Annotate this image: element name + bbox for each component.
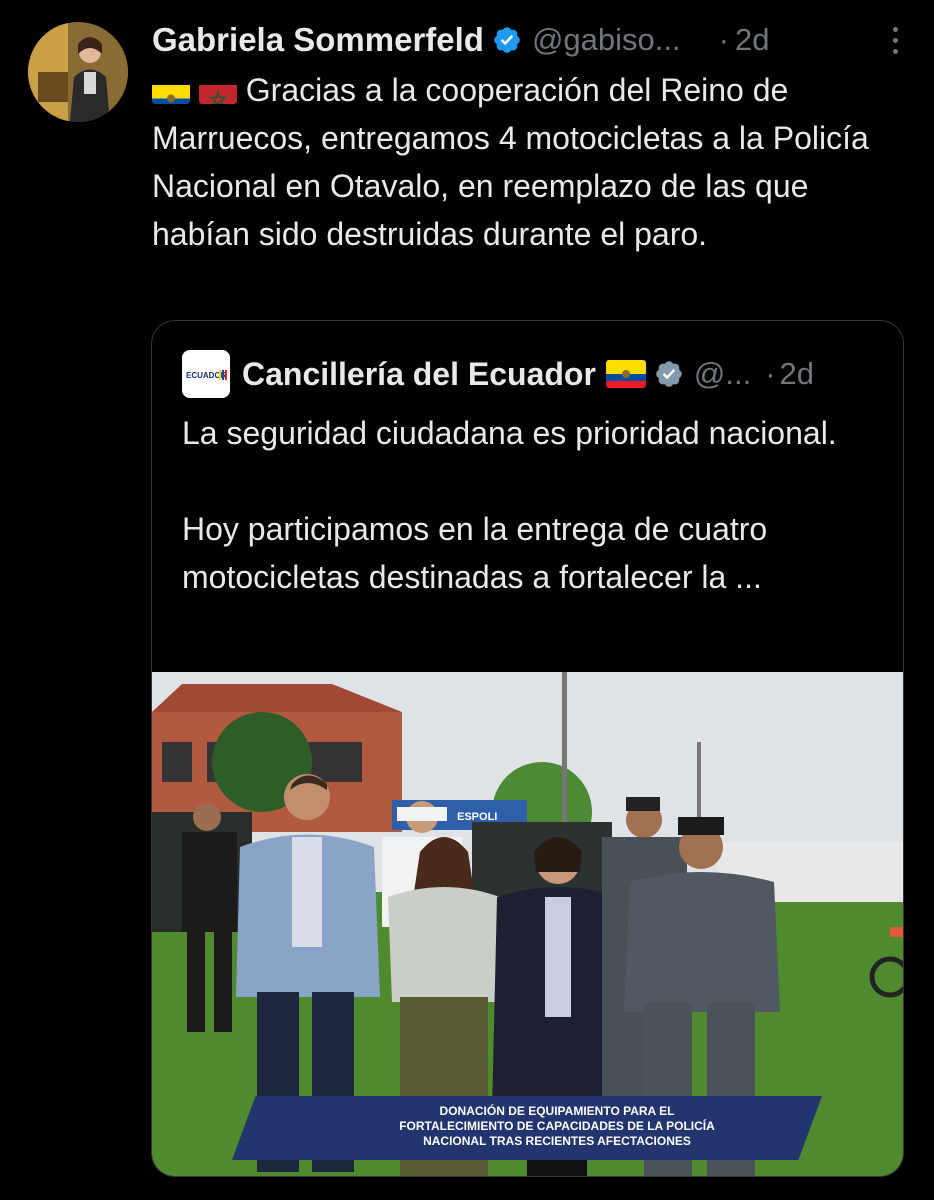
tweet[interactable]: Gabriela Sommerfeld @gabiso... · 2d Grac… (0, 0, 934, 1200)
quoted-photo[interactable]: ESPOLI DONACIÓN DE EQUIPAMIENTO PARA EL … (152, 672, 903, 1176)
quoted-text: La seguridad ciudadana es prioridad naci… (182, 409, 882, 601)
quoted-text-paragraph-2: Hoy participamos en la entrega de cuatro… (182, 511, 768, 595)
author-name[interactable]: Gabriela Sommerfeld (152, 21, 484, 59)
cancilleria-logo[interactable]: ECUADOR (182, 350, 230, 398)
photo-banner: DONACIÓN DE EQUIPAMIENTO PARA EL FORTALE… (232, 1096, 822, 1160)
ecuador-flag-icon (605, 360, 646, 388)
author-handle[interactable]: @gabiso... (532, 22, 681, 58)
quoted-text-paragraph-1: La seguridad ciudadana es prioridad naci… (182, 415, 837, 451)
ecuador-flag-icon (152, 77, 190, 104)
more-options-icon[interactable] (893, 27, 898, 54)
quoted-timestamp[interactable]: 2d (780, 356, 814, 392)
tweet-body: Gracias a la cooperación del Reino de Ma… (152, 72, 869, 252)
separator-dot: · (718, 22, 729, 57)
banner-line-1: DONACIÓN DE EQUIPAMIENTO PARA EL (439, 1104, 675, 1118)
verified-badge-icon (494, 27, 520, 53)
quoted-author-handle[interactable]: @... (694, 356, 751, 392)
quoted-tweet[interactable]: ECUADOR Cancillería del Ecuador @... · 2… (151, 320, 904, 1177)
banner-line-3: NACIONAL TRAS RECIENTES AFECTACIONES (423, 1134, 691, 1148)
tweet-header: Gabriela Sommerfeld @gabiso... · 2d (152, 18, 914, 62)
author-avatar[interactable] (28, 22, 128, 122)
sign-text: ESPOLI (457, 811, 497, 823)
tweet-timestamp[interactable]: 2d (735, 22, 769, 58)
banner-line-2: FORTALECIMIENTO DE CAPACIDADES DE LA POL… (399, 1119, 715, 1133)
verified-badge-icon (656, 361, 682, 387)
quoted-header: ECUADOR Cancillería del Ecuador @... · 2… (182, 349, 883, 399)
tweet-text: Gracias a la cooperación del Reino de Ma… (152, 66, 912, 258)
quoted-author-name[interactable]: Cancillería del Ecuador (242, 356, 596, 393)
separator-dot: · (765, 356, 776, 391)
morocco-flag-icon (198, 77, 237, 104)
